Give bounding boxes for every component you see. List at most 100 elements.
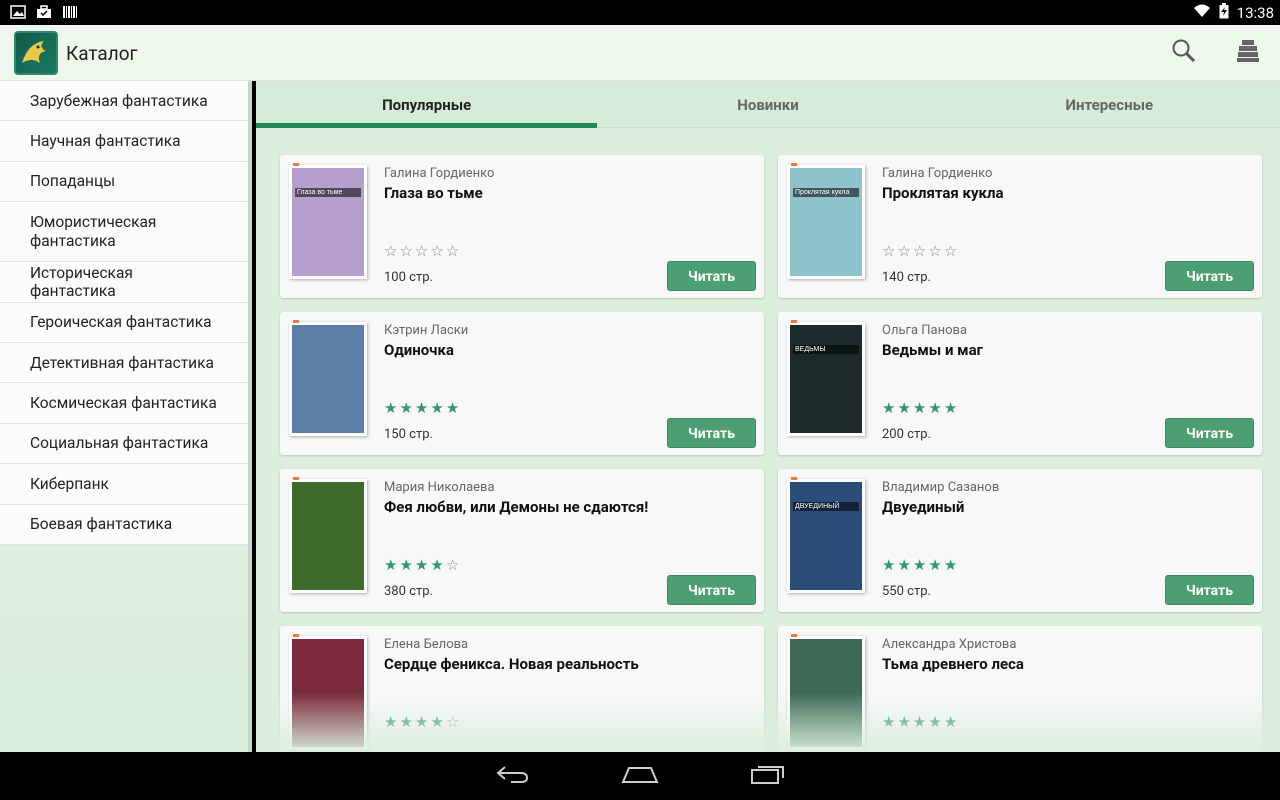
cover-marker: [293, 320, 299, 323]
book-card[interactable]: Глаза во тьме Галина Гордиенко Глаза во ть…: [280, 155, 764, 298]
book-title[interactable]: Одиночка: [384, 341, 454, 359]
sidebar-item-label: Героическая фантастика: [30, 313, 212, 332]
book-card[interactable]: Мария Николаева Фея любви, или Демоны не …: [280, 469, 764, 612]
sidebar-item-label: Киберпанк: [30, 474, 109, 493]
page-count: 200 стр.: [882, 427, 931, 442]
book-title[interactable]: Проклятая кукла: [882, 184, 1004, 202]
books-stack-icon: [1236, 39, 1260, 67]
star-filled-icon: ★: [928, 399, 944, 417]
book-title[interactable]: Глаза во тьме: [384, 184, 483, 202]
book-card[interactable]: Елена Белова Сердце феникса. Новая реальн…: [280, 626, 764, 752]
recents-button[interactable]: [748, 762, 788, 790]
library-button[interactable]: [1232, 37, 1264, 69]
book-card[interactable]: Кэтрин Ласки Одиночка ★★★★★ 150 стр. Читать: [280, 312, 764, 455]
sidebar-item-space-sf[interactable]: Космическая фантастика: [0, 383, 248, 424]
book-author: Александра Христова: [882, 637, 1017, 652]
book-author: Владимир Сазанов: [882, 480, 1000, 495]
tab-new[interactable]: Новинки: [597, 81, 938, 127]
star-empty-icon: ☆: [445, 556, 462, 574]
star-filled-icon: ★: [430, 713, 446, 731]
cover-text: Глаза во тьме: [295, 188, 361, 197]
star-filled-icon: ★: [882, 556, 898, 574]
star-rating: ☆☆☆☆☆: [384, 242, 461, 260]
book-title[interactable]: Ведьмы и маг: [882, 341, 983, 359]
home-button[interactable]: [620, 762, 660, 790]
star-empty-icon: ☆: [430, 242, 446, 260]
star-empty-icon: ☆: [882, 242, 898, 260]
book-card[interactable]: ДВУЕДИНЫЙ Владимир Сазанов Двуединый ★★★★★ 5…: [778, 469, 1262, 612]
star-rating: ★★★★☆: [384, 556, 461, 574]
book-cover[interactable]: [289, 634, 367, 750]
book-author: Кэтрин Ласки: [384, 323, 469, 338]
book-cover[interactable]: [289, 320, 367, 436]
star-empty-icon: ☆: [943, 242, 960, 260]
read-button[interactable]: Читать: [667, 575, 756, 605]
read-button[interactable]: Читать: [667, 261, 756, 291]
read-button[interactable]: Читать: [1165, 418, 1254, 448]
read-button[interactable]: Читать: [1165, 261, 1254, 291]
star-filled-icon: ★: [912, 713, 929, 731]
star-rating: ★★★★☆: [384, 713, 461, 731]
read-button[interactable]: Читать: [1165, 575, 1254, 605]
star-filled-icon: ★: [928, 713, 944, 731]
sidebar-item-cyberpunk[interactable]: Киберпанк: [0, 464, 248, 505]
sidebar-item-detective-sf[interactable]: Детективная фантастика: [0, 343, 248, 384]
star-rating: ★★★★★: [882, 713, 959, 731]
briefcase-icon: [36, 4, 52, 18]
page-count: 150 стр.: [384, 427, 433, 442]
book-card[interactable]: Александра Христова Тьма древнего леса ★★★…: [778, 626, 1262, 752]
sidebar-item-popadantsy[interactable]: Попаданцы: [0, 162, 248, 203]
book-cover[interactable]: ВЕДЬМЫ: [787, 320, 865, 436]
page-count: 380 стр.: [384, 584, 433, 599]
star-filled-icon: ★: [384, 713, 400, 731]
book-title[interactable]: Фея любви, или Демоны не сдаются!: [384, 498, 648, 516]
book-title[interactable]: Двуединый: [882, 498, 964, 516]
star-rating: ☆☆☆☆☆: [882, 242, 959, 260]
read-button[interactable]: Читать: [667, 418, 756, 448]
star-empty-icon: ☆: [928, 242, 944, 260]
search-button[interactable]: [1168, 37, 1200, 69]
sidebar-item-humor-sf[interactable]: Юмористическая фантастика: [0, 202, 248, 263]
cover-text: ВЕДЬМЫ: [793, 345, 859, 354]
sidebar-item-heroic-sf[interactable]: Героическая фантастика: [0, 303, 248, 343]
star-filled-icon: ★: [384, 556, 400, 574]
book-cover[interactable]: ДВУЕДИНЫЙ: [787, 477, 865, 593]
barcode-icon: [62, 4, 78, 18]
cover-marker: [293, 163, 299, 166]
sidebar-item-social-sf[interactable]: Социальная фантастика: [0, 424, 248, 465]
sidebar-item-science-fiction[interactable]: Научная фантастика: [0, 121, 248, 162]
book-card[interactable]: ВЕДЬМЫ Ольга Панова Ведьмы и маг ★★★★★ 200 с…: [778, 312, 1262, 455]
book-card[interactable]: Проклятая кукла Галина Гордиенко Проклятая…: [778, 155, 1262, 298]
book-title[interactable]: Сердце феникса. Новая реальность: [384, 655, 639, 673]
star-empty-icon: ☆: [912, 242, 929, 260]
sidebar-item-foreign-sf[interactable]: Зарубежная фантастика: [0, 81, 248, 122]
star-filled-icon: ★: [897, 399, 913, 417]
cover-art: Проклятая кукла: [790, 168, 862, 276]
star-empty-icon: ☆: [445, 713, 462, 731]
cover-text: ДВУЕДИНЫЙ: [793, 502, 859, 511]
book-cover[interactable]: Проклятая кукла: [787, 163, 865, 279]
cover-marker: [791, 163, 797, 166]
category-list: Зарубежная фантастика Научная фантастика…: [0, 81, 248, 545]
book-cover[interactable]: [787, 634, 865, 750]
book-title[interactable]: Тьма древнего леса: [882, 655, 1024, 673]
star-filled-icon: ★: [414, 399, 431, 417]
tab-interesting[interactable]: Интересные: [939, 81, 1280, 127]
book-cover[interactable]: [289, 477, 367, 593]
tab-popular[interactable]: Популярные: [256, 81, 598, 128]
star-filled-icon: ★: [430, 399, 446, 417]
sidebar-item-combat-sf[interactable]: Боевая фантастика: [0, 505, 248, 545]
star-filled-icon: ★: [882, 399, 898, 417]
star-empty-icon: ☆: [897, 242, 913, 260]
sidebar-item-label: Юмористическая фантастика: [30, 212, 157, 250]
sidebar-item-label: Космическая фантастика: [30, 394, 217, 413]
back-button[interactable]: [492, 762, 532, 790]
cover-marker: [293, 634, 299, 637]
dragon-logo-icon[interactable]: [14, 31, 58, 75]
main-content: Популярные Новинки Интересные Глаза во т…: [256, 81, 1280, 752]
sidebar-item-historical-sf[interactable]: Историческая фантастика: [0, 262, 248, 303]
star-filled-icon: ★: [897, 556, 913, 574]
star-filled-icon: ★: [430, 556, 446, 574]
book-cover[interactable]: Глаза во тьме: [289, 163, 367, 279]
cover-text: Проклятая кукла: [793, 188, 859, 197]
